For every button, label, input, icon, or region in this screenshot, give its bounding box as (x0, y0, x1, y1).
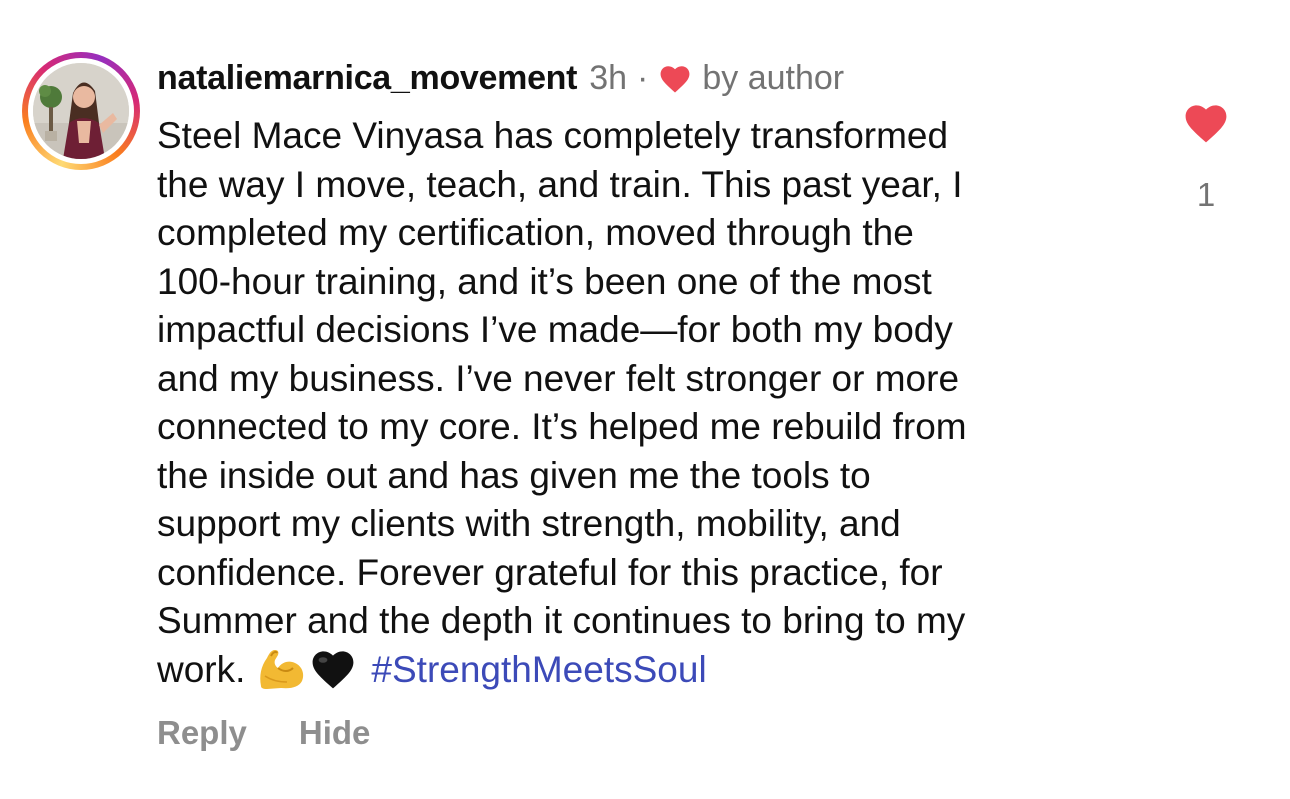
avatar-border (28, 58, 134, 164)
comment-body-line: impactful decisions I’ve made—for both m… (157, 309, 953, 350)
black-heart-emoji (313, 650, 354, 688)
avatar[interactable] (22, 52, 140, 170)
username[interactable]: nataliemarnica_movement (157, 59, 577, 98)
author-like-badge: by author (702, 58, 845, 97)
separator-dot: · (637, 58, 649, 97)
comment-body-line: support my clients with strength, mobili… (157, 503, 901, 544)
heart-icon[interactable] (1182, 100, 1230, 144)
comment-body-line: Steel Mace Vinyasa has completely transf… (157, 115, 949, 156)
hide-button[interactable]: Hide (299, 714, 371, 752)
comment-body-line: confidence. Forever grateful for this pr… (157, 551, 943, 593)
comment: nataliemarnica_movement 3h · by author S… (0, 0, 1290, 799)
comment-actions: Reply Hide (157, 710, 370, 756)
like-count[interactable]: 1 (1182, 176, 1230, 214)
heart-icon (660, 66, 690, 93)
comment-body-last-line: work. #StrengthMeetsSoul (157, 646, 1157, 695)
comment-body-line: 100-hour training, and it’s been one of … (157, 260, 932, 302)
reply-button[interactable]: Reply (157, 714, 247, 752)
comment-body-line: Summer and the depth it continues to bri… (157, 600, 966, 641)
avatar-image (33, 63, 129, 159)
hashtag-link[interactable]: #StrengthMeetsSoul (371, 649, 706, 690)
comment-body-line: connected to my core. It’s helped me reb… (157, 406, 967, 447)
comment-body-line: completed my certification, moved throug… (157, 212, 914, 253)
comment-header: nataliemarnica_movement 3h · by author (157, 56, 844, 100)
timestamp[interactable]: 3h (589, 59, 627, 98)
comment-body-last-text: work. (157, 648, 246, 690)
comment-body-line: the way I move, teach, and train. This p… (157, 163, 963, 205)
comment-body-line: and my business. I’ve never felt stronge… (157, 357, 960, 399)
avatar-photo (33, 63, 129, 159)
comment-body: Steel Mace Vinyasa has completely transf… (157, 112, 1157, 694)
comment-body-line: the inside out and has given me the tool… (157, 454, 871, 496)
flexed-biceps-emoji (260, 649, 304, 689)
